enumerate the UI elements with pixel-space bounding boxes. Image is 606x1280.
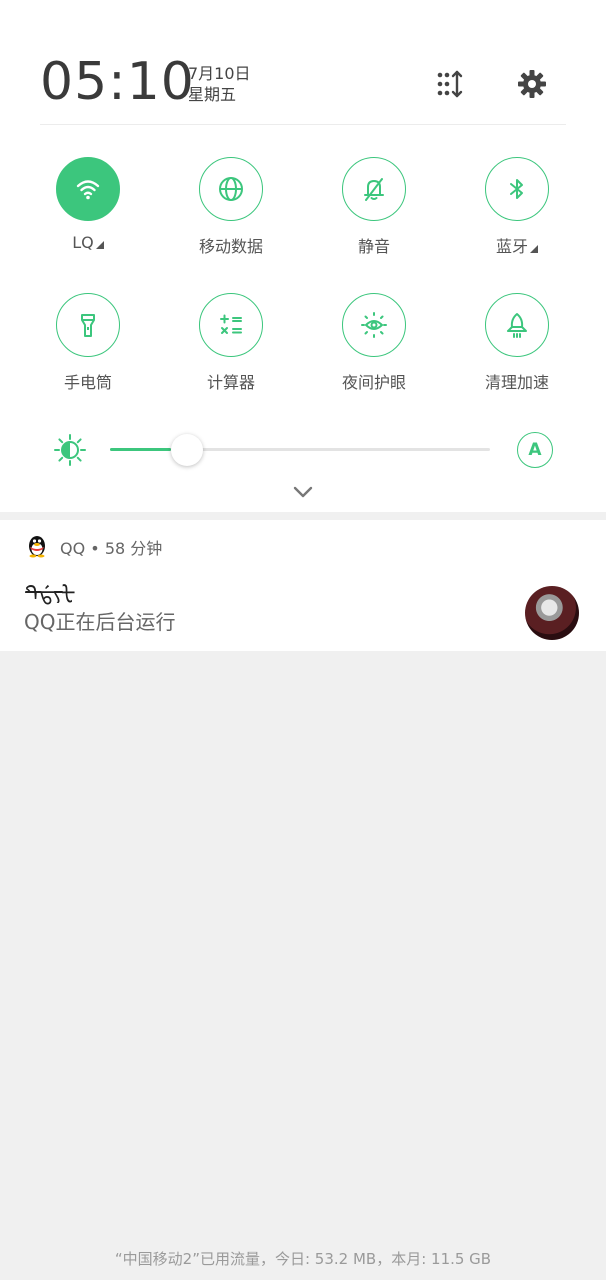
brightness-thumb[interactable]: [170, 434, 203, 466]
auto-brightness-button[interactable]: A: [517, 432, 553, 468]
globe-icon[interactable]: [199, 157, 263, 221]
notification-separator: •: [90, 539, 100, 558]
calculator-icon[interactable]: [199, 293, 263, 357]
date-label: 7月10日: [188, 64, 251, 83]
tile-label: LQ: [28, 233, 148, 252]
tile-wifi[interactable]: LQ: [28, 157, 148, 252]
tile-night-eye[interactable]: 夜间护眼: [314, 293, 434, 393]
header-divider: [40, 124, 566, 125]
tile-label: 移动数据: [198, 237, 263, 256]
tile-boost[interactable]: 清理加速: [457, 293, 577, 393]
weekday-label: 星期五: [188, 85, 237, 104]
flashlight-icon[interactable]: [56, 293, 120, 357]
rocket-icon[interactable]: [485, 293, 549, 357]
eye-sun-icon[interactable]: [342, 293, 406, 357]
notification-age: 58 分钟: [104, 539, 163, 558]
tile-label: 静音: [357, 237, 390, 256]
tile-mobile-data[interactable]: 移动数据: [171, 157, 291, 257]
date-block: 7月10日 星期五: [188, 63, 251, 105]
notification-text: QQ正在后台运行: [24, 610, 176, 634]
gear-icon[interactable]: [514, 66, 550, 102]
tile-label: 计算器: [206, 373, 255, 392]
data-usage-text: “中国移动2”已用流量，今日: 53.2 MB，本月: 11.5 GB: [114, 1250, 492, 1268]
notification-title: ᡨᡩᡪᡫ: [24, 582, 76, 607]
quick-settings-panel: 05:10 7月10日 星期五 LQ 移动数据 静音 蓝牙 手电筒 计算器 夜间…: [0, 0, 606, 512]
tile-silent[interactable]: 静音: [314, 157, 434, 257]
tile-calculator[interactable]: 计算器: [171, 293, 291, 393]
menu-triangle-icon: [95, 241, 104, 249]
brightness-fill: [110, 448, 171, 451]
menu-triangle-icon: [530, 245, 538, 253]
tile-label: 夜间护眼: [341, 373, 406, 392]
chevron-down-icon[interactable]: [291, 482, 315, 502]
tile-bluetooth[interactable]: 蓝牙: [457, 157, 577, 257]
notification-app: QQ: [60, 539, 86, 558]
grid-sort-icon[interactable]: [432, 66, 468, 102]
qq-penguin-icon: [24, 532, 50, 558]
brightness-icon: [52, 432, 88, 468]
clock: 05:10: [40, 52, 195, 112]
bell-off-icon[interactable]: [342, 157, 406, 221]
tile-label: 蓝牙: [457, 233, 577, 257]
bluetooth-icon[interactable]: [485, 157, 549, 221]
tile-flashlight[interactable]: 手电筒: [28, 293, 148, 393]
notification-header: QQ • 58 分钟: [60, 535, 162, 559]
brightness-slider[interactable]: [110, 448, 490, 451]
wifi-icon[interactable]: [56, 157, 120, 221]
tile-label: 清理加速: [484, 373, 549, 392]
avatar: [525, 586, 579, 640]
tile-label: 手电筒: [63, 373, 112, 392]
notification-card[interactable]: QQ • 58 分钟 ᡨᡩᡪᡫ QQ正在后台运行: [0, 520, 606, 651]
